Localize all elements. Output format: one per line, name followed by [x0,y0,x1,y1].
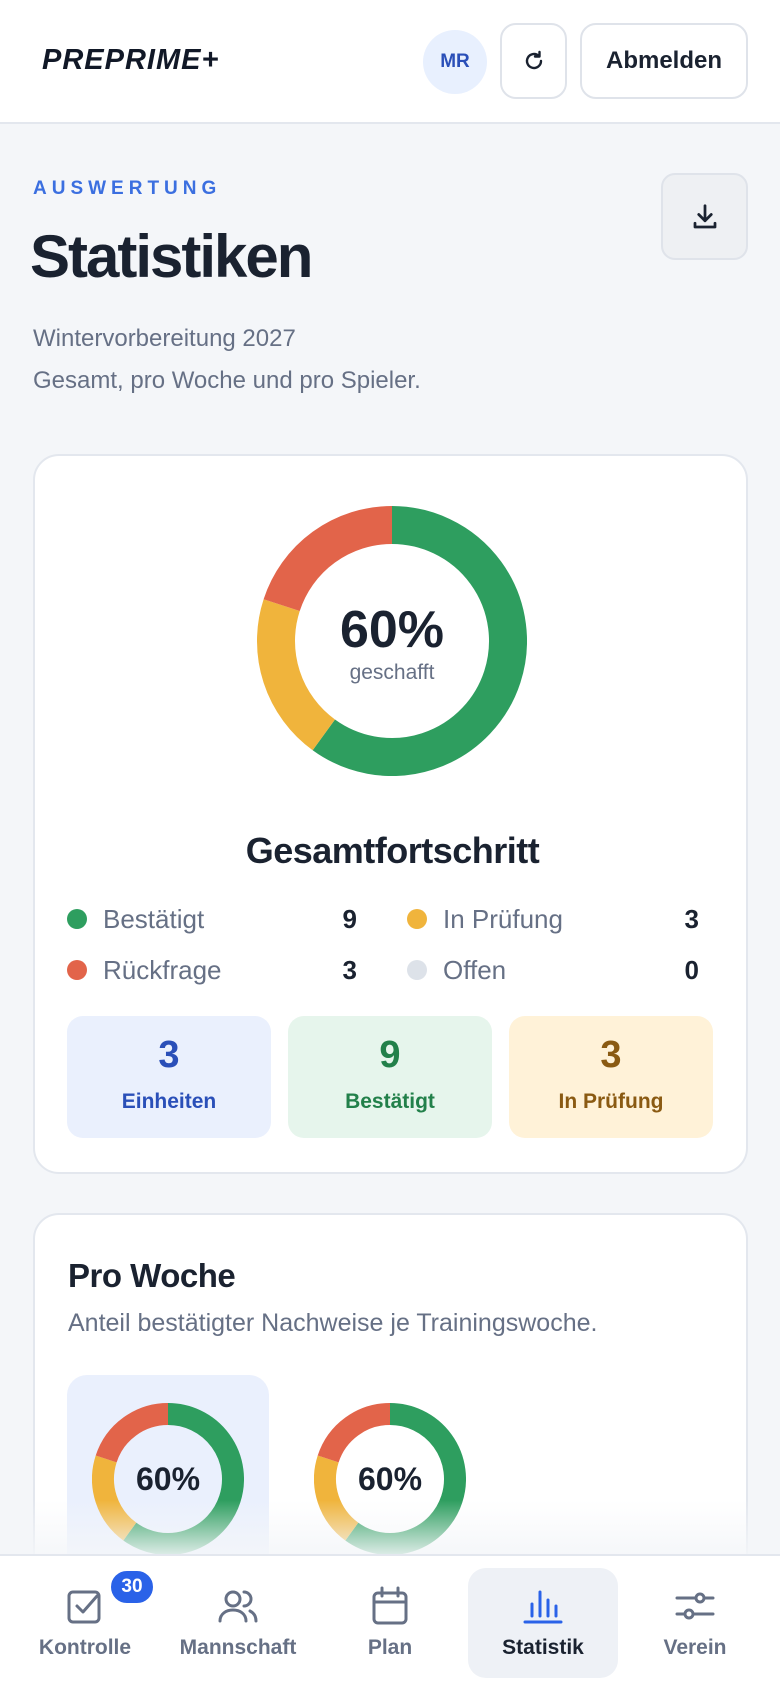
total-title: Gesamtfortschritt [245,830,540,871]
nav-label: Verein [663,1636,727,1659]
stat-label: Einheiten [121,1090,217,1113]
logout-button[interactable]: Abmelden [580,23,748,99]
legend-item-in-pruefung: In Prüfung 3 [407,904,719,934]
legend-label: In Prüfung [443,904,563,934]
subtitle-description: Gesamt, pro Woche und pro Spieler. [33,367,421,394]
nav-item-kontrolle[interactable]: 30 Kontrolle [10,1568,160,1678]
legend-count: 3 [684,904,699,934]
donut-slice-rückfrage [317,1403,391,1463]
legend-label: Rückfrage [103,955,222,985]
page-eyebrow: AUSWERTUNG [33,178,222,199]
notification-badge: 30 [108,1568,156,1606]
legend-dot [67,960,87,980]
legend-label: Offen [443,955,507,985]
legend-dot [407,960,427,980]
stat-label: In Prüfung [558,1090,664,1113]
nav-item-verein[interactable]: Verein [620,1568,770,1678]
week-percent: 60% [357,1461,423,1497]
nav-item-statistik[interactable]: Statistik [468,1568,618,1678]
bar-chart-icon [523,1590,563,1624]
legend-count: 9 [342,904,357,934]
stat-value: 3 [158,1034,180,1076]
legend-item-bestaetigt: Bestätigt 9 [67,904,357,934]
legend-dot [407,909,427,929]
weekly-title: Pro Woche [68,1257,236,1294]
stat-value: 3 [600,1034,622,1076]
legend-item-rueckfrage: Rückfrage 3 [67,955,357,985]
stat-value: 9 [379,1034,401,1076]
users-icon [218,1590,258,1623]
nav-item-plan[interactable]: Plan [315,1568,465,1678]
nav-label: Mannschaft [179,1636,297,1659]
legend-item-offen: Offen 0 [407,955,719,985]
nav-label: Statistik [502,1636,584,1659]
stat-einheiten: 3 Einheiten [67,1016,271,1138]
app-header: PREPRIME+ MR Abmelden [0,0,780,124]
donut-slice-rückfrage [263,506,393,612]
calendar-icon [372,1586,408,1625]
download-icon [693,203,716,228]
stat-label: Bestätigt [345,1090,435,1113]
legend-dot [67,909,87,929]
total-progress-card: 60% geschafft Gesamtfortschritt Bestätig… [33,454,748,1174]
stat-in-pruefung: 3 In Prüfung [509,1016,713,1138]
weekly-description: Anteil bestätigter Nachweise je Training… [68,1309,598,1337]
total-percent: 60% [339,601,445,659]
scroll-fade [0,1500,780,1556]
legend-count: 0 [684,955,699,985]
checkbox-icon [67,1590,101,1624]
subtitle-season: Wintervorbereitung 2027 [33,325,296,352]
download-button[interactable] [661,173,748,260]
avatar[interactable]: MR [423,30,487,94]
refresh-button[interactable] [500,23,567,99]
bottom-nav: 30 Kontrolle Mannschaft Plan Statistik V… [0,1554,780,1688]
page-title: Statistiken [30,223,313,290]
nav-label: Plan [367,1636,413,1659]
nav-item-mannschaft[interactable]: Mannschaft [163,1568,313,1678]
app-logo: PREPRIME+ [42,44,220,76]
legend-label: Bestätigt [103,904,205,934]
week-percent: 60% [135,1461,201,1497]
stat-bestaetigt: 9 Bestätigt [288,1016,492,1138]
page-subtitle: Wintervorbereitung 2027 Gesamt, pro Woch… [33,318,421,402]
total-percent-label: geschafft [349,661,435,684]
donut-slice-rückfrage [95,1403,169,1463]
refresh-icon [525,50,542,70]
legend-count: 3 [342,955,357,985]
sliders-icon [675,1592,715,1620]
nav-label: Kontrolle [38,1636,132,1659]
